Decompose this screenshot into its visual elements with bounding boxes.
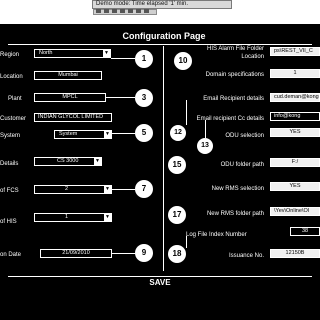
- callout-18: 18: [168, 245, 186, 263]
- rms-selection-field[interactable]: YES: [270, 182, 320, 191]
- toolbar-icon[interactable]: [112, 9, 117, 13]
- odu-selection-label: ODU selection: [225, 133, 264, 139]
- his-count-value: 1: [65, 214, 69, 220]
- customer-field[interactable]: INDIAN GLYCOL LIMITED: [34, 113, 112, 122]
- demo-mode-text: Demo mode: Time elapsed '1' min.: [96, 1, 188, 7]
- region-label: Region: [0, 52, 20, 58]
- screenshot: Demo mode: Time elapsed '1' min. Configu…: [0, 0, 320, 320]
- system-label: System: [0, 133, 21, 139]
- date-field[interactable]: 21/09/2010: [40, 249, 112, 258]
- rms-folder-label: New RMS folder path: [206, 211, 264, 217]
- toolbar-icon[interactable]: [120, 9, 125, 13]
- location-label: Location: [0, 74, 23, 80]
- chevron-down-icon[interactable]: ▼: [94, 158, 101, 165]
- region-value: North: [39, 50, 53, 56]
- his-count-select[interactable]: 1 ▼: [34, 213, 112, 222]
- issuance-label: Issuance No.: [228, 253, 264, 259]
- details-value: CS 3000: [57, 158, 79, 164]
- callout-1: 1: [135, 50, 153, 68]
- his-count-label: of HIS: [0, 219, 17, 225]
- column-divider: [163, 46, 164, 271]
- callout-leader: [106, 97, 135, 98]
- callout-13: 13: [197, 138, 213, 154]
- callout-leader: [112, 253, 135, 254]
- toolbar-icon[interactable]: [128, 9, 133, 13]
- chevron-down-icon[interactable]: ▼: [104, 131, 111, 138]
- odu-selection-field[interactable]: YES: [270, 128, 320, 137]
- log-index-label: Log File Index Number: [186, 232, 247, 238]
- his-alarm-folder-field[interactable]: ps\REST_VII_C: [270, 47, 320, 56]
- callout-leader: [111, 58, 135, 59]
- toolbar-icon[interactable]: [136, 9, 141, 13]
- his-alarm-label: HIS Alarm File Folder: [206, 46, 264, 52]
- email-cc-field[interactable]: info@kong: [270, 112, 320, 121]
- his-alarm-label-2: Location: [241, 54, 264, 60]
- chevron-down-icon[interactable]: ▼: [104, 214, 111, 221]
- odu-folder-label: ODU folder path: [220, 162, 264, 168]
- email-recipient-label: Email Recipient details: [203, 96, 264, 102]
- toolbar-icon[interactable]: [144, 9, 149, 13]
- customer-label: Customer: [0, 116, 27, 122]
- system-value: System: [59, 131, 78, 137]
- toolbar-icon[interactable]: [104, 9, 109, 13]
- callout-5: 5: [135, 124, 153, 142]
- details-label: Details: [0, 161, 19, 167]
- toolbar-icon[interactable]: [96, 9, 101, 13]
- fcs-count-select[interactable]: 2 ▼: [34, 185, 112, 194]
- issuance-field[interactable]: 12150B: [270, 249, 320, 258]
- domain-spec-label: Domain specifications: [205, 72, 264, 78]
- title-divider: [8, 44, 312, 45]
- callout-3: 3: [135, 89, 153, 107]
- region-select[interactable]: North ▼: [34, 49, 111, 58]
- callout-leader: [186, 236, 187, 248]
- callout-10: 10: [174, 52, 192, 70]
- email-recipient-field[interactable]: cud.deman@kong: [270, 93, 320, 102]
- odu-folder-field[interactable]: F:/: [270, 158, 320, 167]
- page-title: Configuration Page: [122, 31, 206, 41]
- date-label: on Date: [0, 252, 22, 258]
- callout-9: 9: [135, 244, 153, 262]
- rms-selection-label: New RMS selection: [211, 186, 264, 192]
- system-select[interactable]: System ▼: [54, 130, 112, 139]
- save-button[interactable]: SAVE: [8, 276, 312, 288]
- domain-spec-field[interactable]: 1: [270, 69, 320, 78]
- rms-folder-field[interactable]: \Yev\Online\Ol: [270, 207, 320, 216]
- plant-field[interactable]: MPCL: [34, 93, 106, 102]
- callout-leader: [112, 133, 135, 134]
- email-cc-label: Email recipient Cc details: [196, 116, 264, 122]
- fcs-count-value: 2: [65, 186, 69, 192]
- callout-7: 7: [135, 180, 153, 198]
- chevron-down-icon[interactable]: ▼: [104, 186, 111, 193]
- plant-label: Plant: [8, 96, 22, 102]
- callout-leader: [186, 100, 187, 125]
- callout-12: 12: [170, 125, 186, 141]
- details-select[interactable]: CS 3000 ▼: [34, 157, 102, 166]
- fcs-count-label: of FCS: [0, 188, 19, 194]
- demo-mode-banner: Demo mode: Time elapsed '1' min.: [92, 0, 232, 9]
- callout-leader: [112, 189, 135, 190]
- log-index-field[interactable]: 38: [290, 227, 320, 236]
- location-field[interactable]: Mumbai: [34, 71, 102, 80]
- chevron-down-icon[interactable]: ▼: [103, 50, 110, 57]
- callout-15: 15: [168, 156, 186, 174]
